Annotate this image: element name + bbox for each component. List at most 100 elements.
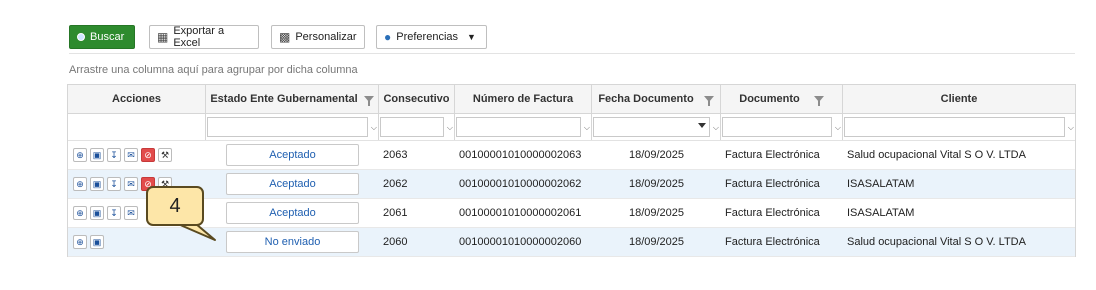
header-documento[interactable]: Documento [721, 85, 843, 113]
filter-options-icon[interactable]: ⌵ [1068, 123, 1074, 133]
excel-icon: ▦ [157, 30, 169, 44]
cliente-cell: ISASALATAM [847, 207, 915, 219]
grid-toolbar: Buscar ▦ Exportar a Excel ▩ Personalizar… [69, 25, 1075, 51]
filter-cliente-input[interactable] [844, 117, 1065, 137]
grid-header-row: Acciones Estado Ente Gubernamental Conse… [68, 85, 1075, 114]
documento-cell: Factura Electrónica [725, 149, 820, 161]
email-icon[interactable]: ✉ [124, 206, 138, 220]
cliente-cell: ISASALATAM [847, 178, 915, 190]
actions-cell: ⊕ ▣ ↧ ✉ ⊘ ⚒ [68, 141, 206, 169]
status-cell: Aceptado [206, 141, 379, 169]
fecha-cell: 18/09/2025 [628, 236, 685, 248]
fecha-cell: 18/09/2025 [628, 207, 685, 219]
status-button[interactable]: Aceptado [226, 173, 359, 195]
table-row[interactable]: ⊕ ▣ ↧ ✉ ⊘ ⚒ Aceptado 2062 00100001010000… [68, 170, 1075, 199]
customize-button[interactable]: ▩ Personalizar [271, 25, 365, 49]
actions-cell: ⊕ ▣ [68, 228, 206, 256]
header-estado[interactable]: Estado Ente Gubernamental [206, 85, 379, 113]
save-icon[interactable]: ▣ [90, 148, 104, 162]
filter-factura: ⌵ [455, 114, 592, 140]
save-icon[interactable]: ▣ [90, 177, 104, 191]
factura-cell: 00100001010000002061 [459, 207, 582, 219]
toolbar-divider [69, 53, 1075, 54]
status-button[interactable]: Aceptado [226, 202, 359, 224]
invoices-grid: Acciones Estado Ente Gubernamental Conse… [67, 84, 1076, 257]
filter-row: ⌵ ⌵ ⌵ ⌵ ⌵ ⌵ [68, 114, 1075, 141]
wrench-icon[interactable]: ⚒ [158, 148, 172, 162]
header-label: Fecha Documento [598, 93, 694, 105]
status-button[interactable]: Aceptado [226, 144, 359, 166]
filter-estado-input[interactable] [207, 117, 368, 137]
export-excel-button[interactable]: ▦ Exportar a Excel [149, 25, 259, 49]
header-label: Número de Factura [472, 93, 574, 105]
cliente-cell: Salud ocupacional Vital S O V. LTDA [847, 236, 1026, 248]
cancel-icon[interactable]: ⊘ [141, 148, 155, 162]
preferences-dropdown[interactable]: ● Preferencias ▼ [376, 25, 487, 49]
filter-fecha-select[interactable] [593, 117, 710, 137]
consecutivo-cell: 2063 [383, 149, 408, 161]
filter-documento-input[interactable] [722, 117, 832, 137]
header-label: Acciones [112, 93, 161, 105]
download-icon[interactable]: ↧ [107, 148, 121, 162]
filter-factura-input[interactable] [456, 117, 581, 137]
consecutivo-cell: 2061 [383, 207, 408, 219]
export-button-label: Exportar a Excel [173, 25, 225, 49]
factura-cell: 0010000101000000206​3 [459, 149, 582, 161]
filter-options-icon[interactable]: ⌵ [713, 123, 719, 133]
zoom-icon[interactable]: ⊕ [73, 177, 87, 191]
consecutivo-cell: 2062 [383, 178, 408, 190]
download-icon[interactable]: ↧ [107, 177, 121, 191]
download-icon[interactable]: ↧ [107, 206, 121, 220]
fecha-cell: 18/09/2025 [628, 178, 685, 190]
filter-options-icon[interactable]: ⌵ [447, 123, 453, 133]
filter-icon[interactable] [703, 96, 714, 106]
zoom-icon[interactable]: ⊕ [73, 148, 87, 162]
filter-options-icon[interactable]: ⌵ [835, 123, 841, 133]
customize-button-label: Personalizar [295, 31, 357, 43]
search-button[interactable]: Buscar [69, 25, 135, 49]
factura-cell: 00100001010000002062 [459, 178, 582, 190]
status-cell: Aceptado [206, 199, 379, 227]
filter-consecutivo: ⌵ [379, 114, 455, 140]
table-row[interactable]: ⊕ ▣ No enviado 2060 00100001010000002060… [68, 228, 1075, 257]
status-button[interactable]: No enviado [226, 231, 359, 253]
header-label: Documento [739, 93, 800, 105]
documento-cell: Factura Electrónica [725, 207, 820, 219]
header-label: Cliente [940, 93, 978, 105]
filter-fecha: ⌵ [592, 114, 721, 140]
table-row[interactable]: ⊕ ▣ ↧ ✉ Aceptado 2061 001000010100000020… [68, 199, 1075, 228]
user-icon: ● [384, 30, 392, 44]
filter-icon[interactable] [363, 96, 374, 106]
header-numero-factura[interactable]: Número de Factura [455, 85, 592, 113]
header-label: Consecutivo [383, 93, 450, 105]
factura-cell: 00100001010000002060 [459, 236, 582, 248]
filter-icon[interactable] [813, 96, 824, 106]
filter-documento: ⌵ [721, 114, 843, 140]
step-number: 4 [169, 194, 181, 217]
filter-options-icon[interactable]: ⌵ [584, 123, 590, 133]
header-cliente[interactable]: Cliente [843, 85, 1075, 113]
email-icon[interactable]: ✉ [124, 177, 138, 191]
table-row[interactable]: ⊕ ▣ ↧ ✉ ⊘ ⚒ Aceptado 2063 00100001010000… [68, 141, 1075, 170]
header-acciones[interactable]: Acciones [68, 85, 206, 113]
filter-consecutivo-input[interactable] [380, 117, 444, 137]
status-cell: Aceptado [206, 170, 379, 198]
header-consecutivo[interactable]: Consecutivo [379, 85, 455, 113]
status-cell: No enviado [206, 228, 379, 256]
filter-cliente: ⌵ [843, 114, 1075, 140]
columns-icon: ▩ [279, 30, 291, 44]
consecutivo-cell: 2060 [383, 236, 408, 248]
save-icon[interactable]: ▣ [90, 206, 104, 220]
zoom-icon[interactable]: ⊕ [73, 235, 87, 249]
chevron-down-icon: ▼ [467, 32, 476, 42]
zoom-icon[interactable]: ⊕ [73, 206, 87, 220]
email-icon[interactable]: ✉ [124, 148, 138, 162]
step-callout: 4 [146, 186, 204, 226]
header-label: Estado Ente Gubernamental [210, 93, 358, 105]
cliente-cell: Salud ocupacional Vital S O V. LTDA [847, 149, 1026, 161]
filter-options-icon[interactable]: ⌵ [371, 123, 377, 133]
save-icon[interactable]: ▣ [90, 235, 104, 249]
header-fecha-documento[interactable]: Fecha Documento [592, 85, 721, 113]
search-dot-icon [77, 33, 85, 41]
chevron-down-icon[interactable] [698, 123, 706, 128]
